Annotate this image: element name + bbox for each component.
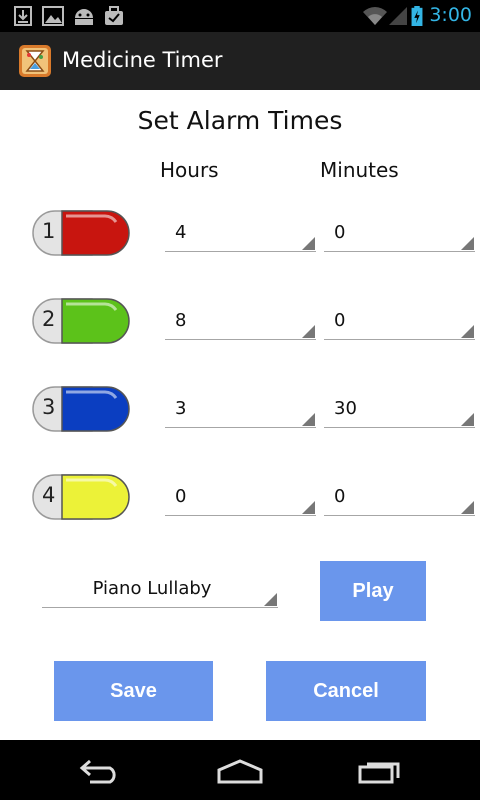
hours-spinner-4[interactable]: 0 xyxy=(165,482,316,516)
main-content: Set Alarm Times Hours Minutes 1 4 0 2 8 0 3 3 30… xyxy=(0,90,480,740)
dropdown-arrow-icon xyxy=(461,413,474,426)
save-button[interactable]: Save xyxy=(54,661,213,721)
sound-spinner[interactable]: Piano Lullaby xyxy=(42,574,278,608)
hours-spinner-1[interactable]: 4 xyxy=(165,218,316,252)
hours-value: 3 xyxy=(175,398,187,419)
minutes-value: 30 xyxy=(334,398,357,419)
navigation-bar xyxy=(0,740,480,800)
dropdown-arrow-icon xyxy=(302,501,315,514)
minutes-value: 0 xyxy=(334,222,346,243)
page-title: Set Alarm Times xyxy=(137,106,343,135)
sound-value: Piano Lullaby xyxy=(92,578,212,599)
dropdown-arrow-icon xyxy=(302,325,315,338)
dropdown-arrow-icon xyxy=(461,325,474,338)
home-icon[interactable] xyxy=(216,758,264,784)
status-time: 3:00 xyxy=(429,4,472,26)
minutes-column-header: Minutes xyxy=(320,158,399,182)
pill-number: 3 xyxy=(42,395,56,419)
image-icon xyxy=(42,6,64,26)
minutes-value: 0 xyxy=(334,310,346,331)
pill-4: 4 xyxy=(32,474,130,520)
status-bar: 3:00 xyxy=(0,0,480,32)
dropdown-arrow-icon xyxy=(461,237,474,250)
briefcase-icon xyxy=(105,6,123,25)
minutes-spinner-2[interactable]: 0 xyxy=(324,306,475,340)
download-icon xyxy=(14,6,32,26)
recent-apps-icon[interactable] xyxy=(358,758,404,784)
hours-spinner-3[interactable]: 3 xyxy=(165,394,316,428)
pill-number: 1 xyxy=(42,219,56,243)
minutes-spinner-1[interactable]: 0 xyxy=(324,218,475,252)
cancel-button[interactable]: Cancel xyxy=(266,661,426,721)
hours-column-header: Hours xyxy=(160,158,219,182)
wifi-icon xyxy=(363,7,387,25)
minutes-spinner-4[interactable]: 0 xyxy=(324,482,475,516)
dropdown-arrow-icon xyxy=(264,593,277,606)
pill-1: 1 xyxy=(32,210,130,256)
hours-value: 0 xyxy=(175,486,187,507)
dropdown-arrow-icon xyxy=(461,501,474,514)
pill-3: 3 xyxy=(32,386,130,432)
minutes-spinner-3[interactable]: 30 xyxy=(324,394,475,428)
back-icon[interactable] xyxy=(78,758,122,784)
minutes-value: 0 xyxy=(334,486,346,507)
hours-spinner-2[interactable]: 8 xyxy=(165,306,316,340)
hours-value: 8 xyxy=(175,310,187,331)
battery-charging-icon xyxy=(411,6,423,26)
hours-value: 4 xyxy=(175,222,187,243)
dropdown-arrow-icon xyxy=(302,237,315,250)
hourglass-app-icon xyxy=(19,45,51,77)
pill-2: 2 xyxy=(32,298,130,344)
app-title: Medicine Timer xyxy=(62,48,223,72)
pill-number: 2 xyxy=(42,307,56,331)
play-button[interactable]: Play xyxy=(320,561,426,621)
android-icon xyxy=(75,9,93,25)
dropdown-arrow-icon xyxy=(302,413,315,426)
pill-number: 4 xyxy=(42,483,56,507)
action-bar: Medicine Timer xyxy=(0,32,480,90)
no-signal-icon xyxy=(389,7,407,25)
